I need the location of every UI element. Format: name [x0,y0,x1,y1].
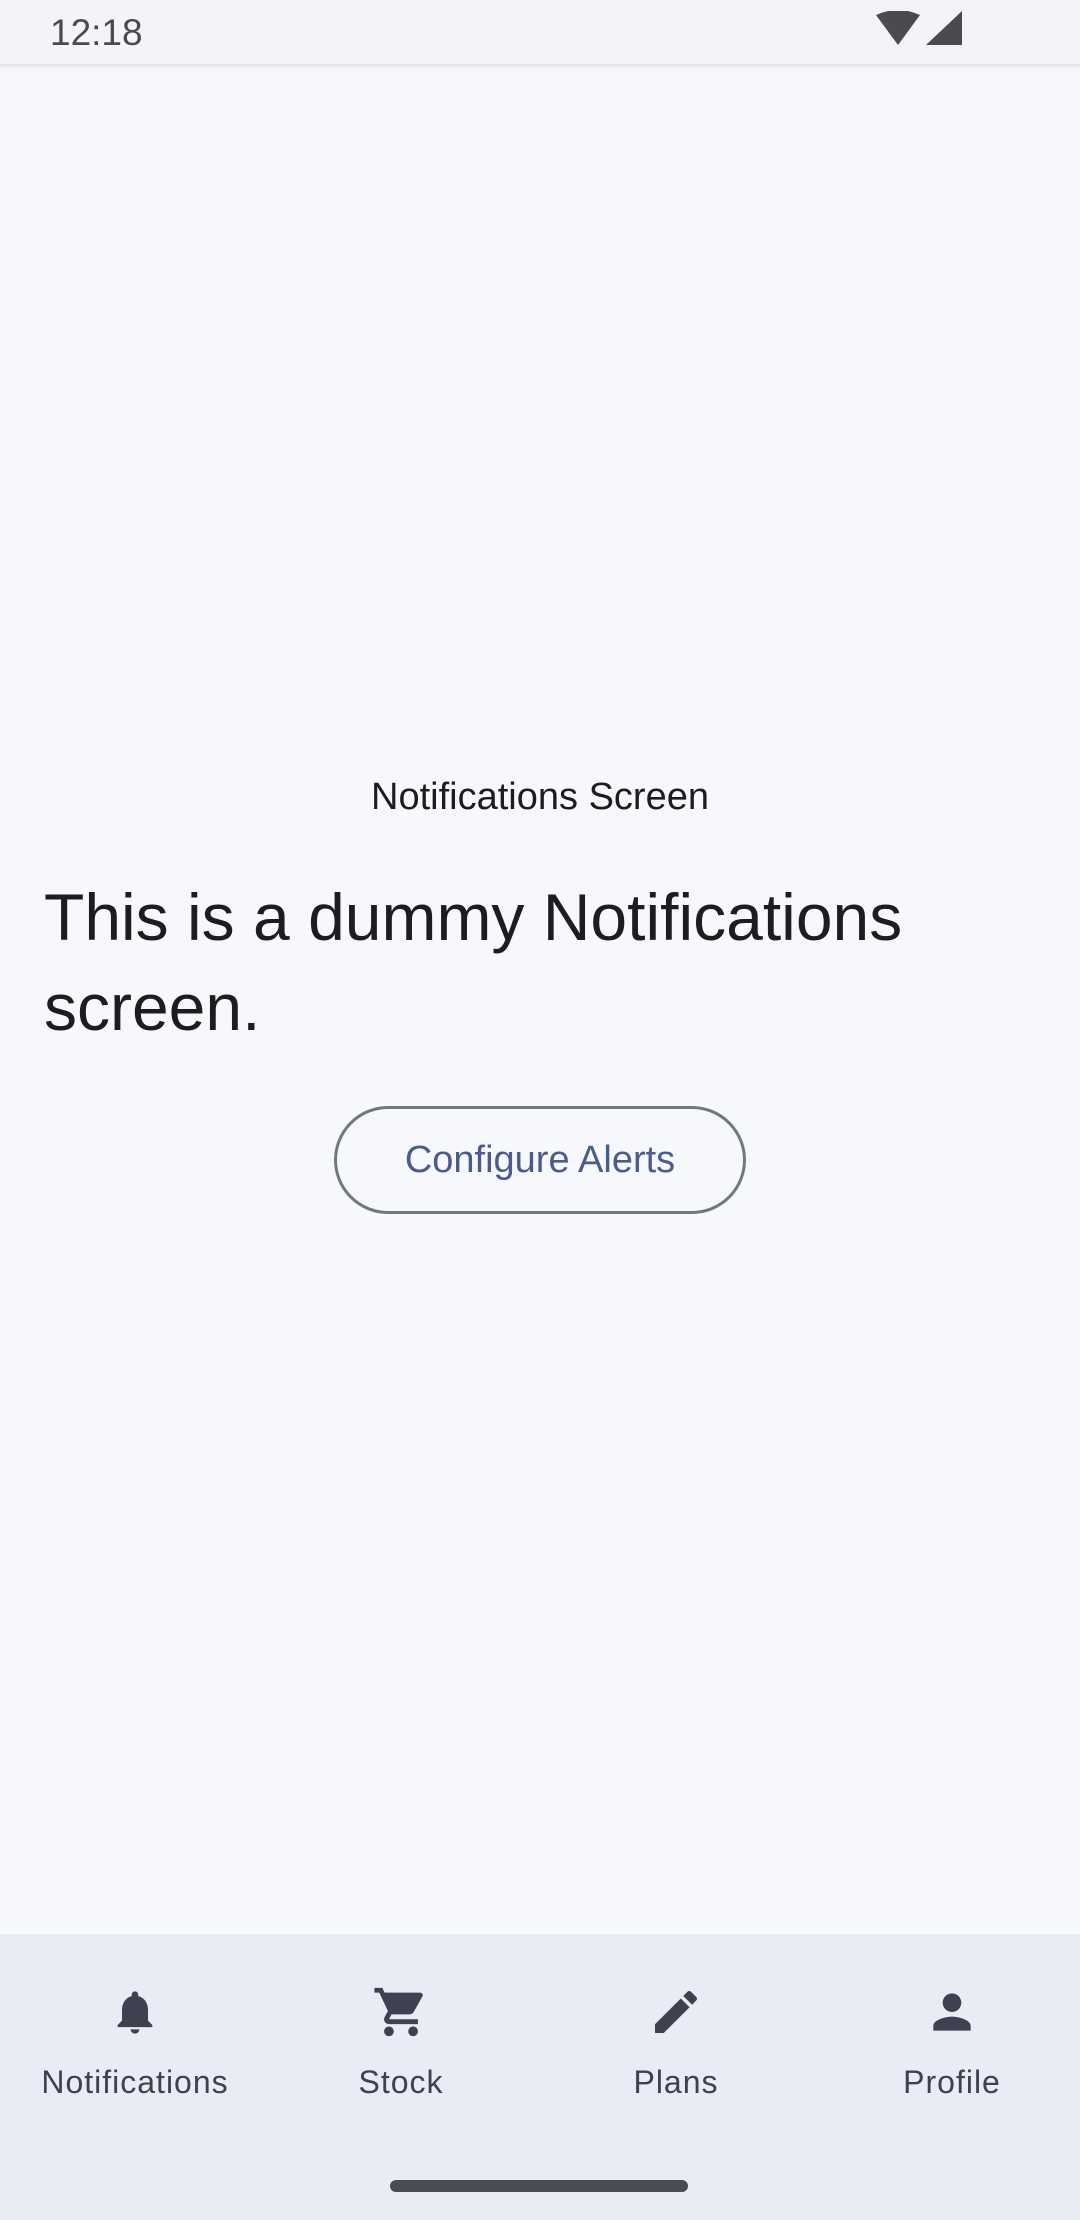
wifi-icon [876,10,920,50]
nav-item-profile[interactable]: Profile [817,1934,1080,2134]
home-indicator[interactable] [390,2180,688,2192]
pencil-icon [646,1982,706,2042]
bottom-navigation: Notifications Stock Plans Profile [0,1934,1080,2220]
nav-item-plans[interactable]: Plans [541,1934,811,2134]
nav-item-notifications[interactable]: Notifications [0,1934,270,2134]
status-time: 12:18 [50,12,143,53]
body-text: This is a dummy Notifications screen. [44,880,903,1044]
cart-icon [371,1982,431,2042]
person-icon [922,1982,982,2042]
status-bar: 12:18 [0,0,1080,66]
status-icons [876,10,962,50]
nav-label-notifications: Notifications [41,2064,229,2100]
nav-label-profile: Profile [903,2064,1001,2100]
nav-label-plans: Plans [633,2064,719,2100]
cellular-signal-icon [926,11,962,50]
nav-label-stock: Stock [358,2064,444,2100]
page-title: Notifications Screen [371,776,709,818]
nav-item-stock[interactable]: Stock [266,1934,536,2134]
app-screen: 12:18 Notifications Screen This is a dum… [0,0,1080,2220]
configure-alerts-button[interactable]: Configure Alerts [334,1106,746,1214]
bell-icon [105,1982,165,2042]
